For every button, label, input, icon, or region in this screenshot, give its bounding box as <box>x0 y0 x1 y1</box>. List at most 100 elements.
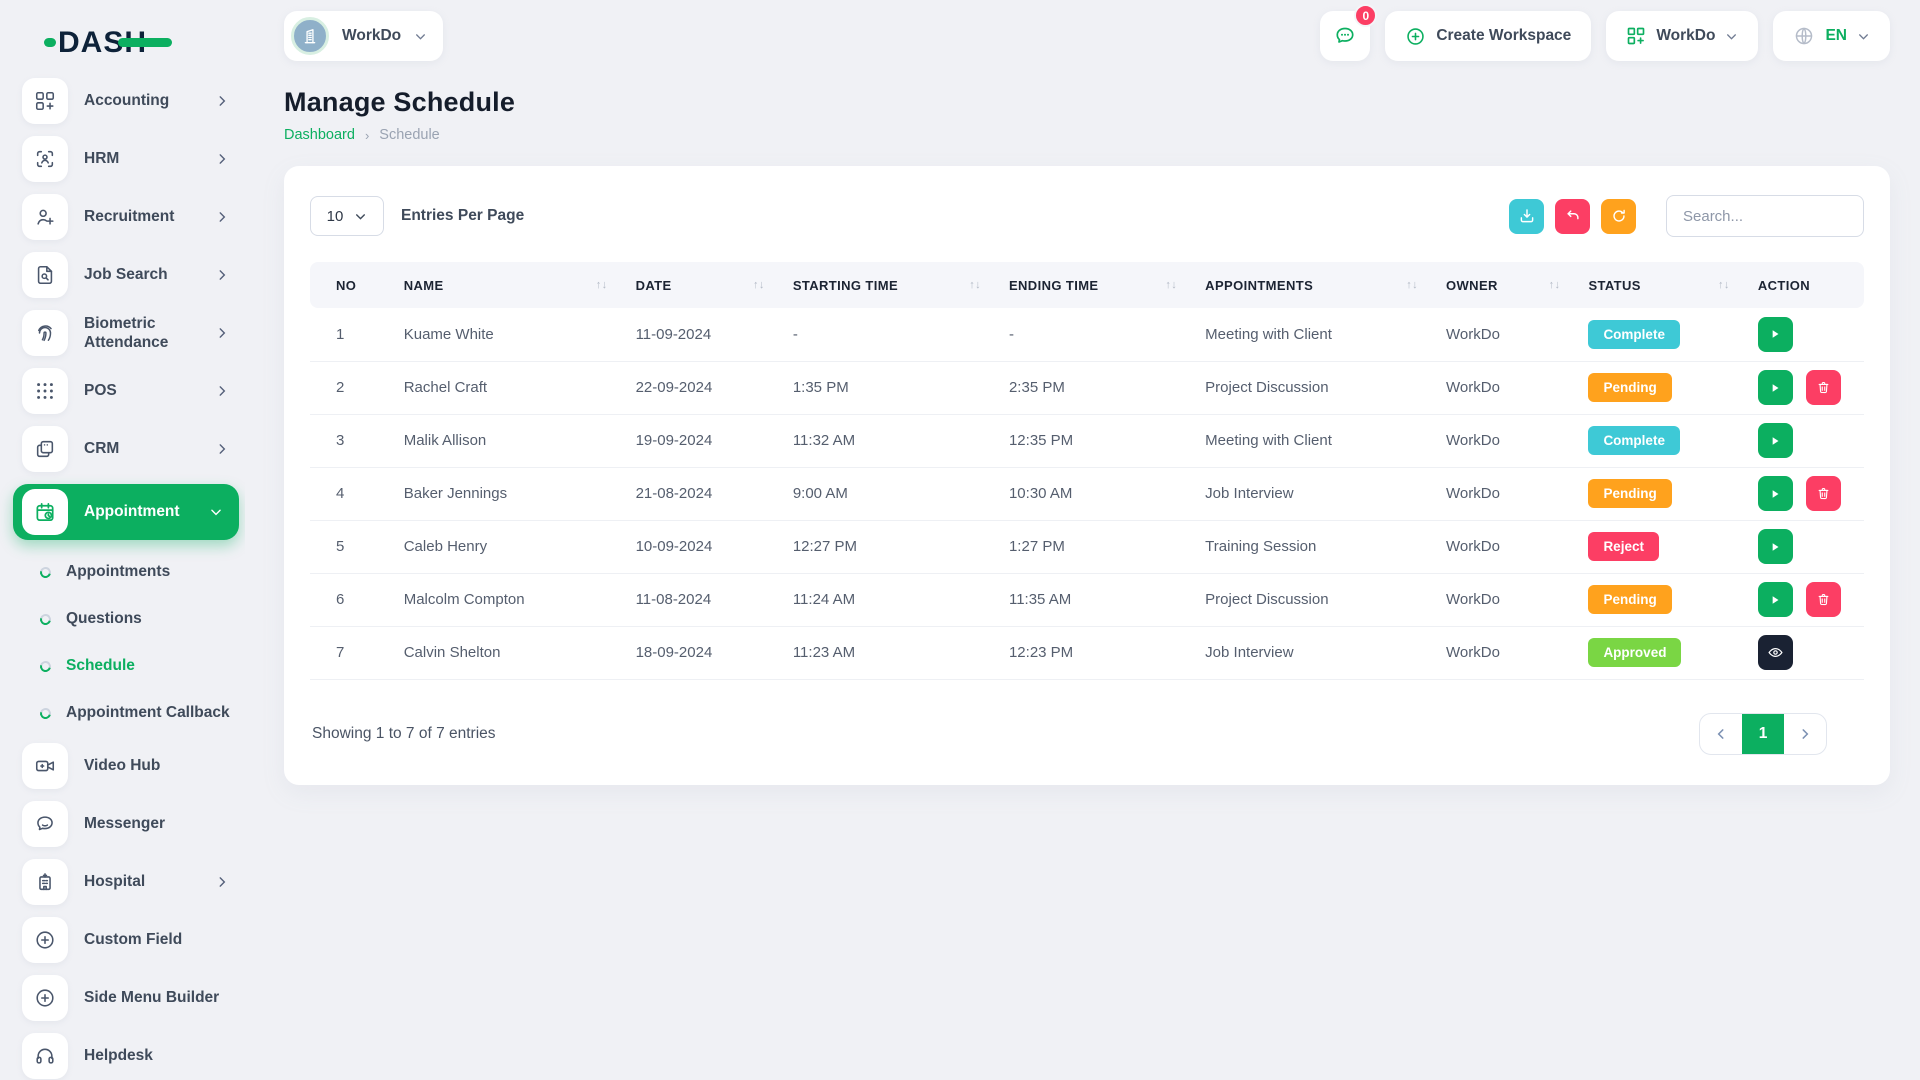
trash-icon <box>1816 486 1831 501</box>
headset-icon <box>22 1033 68 1079</box>
cell-name: Kuame White <box>390 308 622 361</box>
cell-no: 5 <box>310 520 390 573</box>
play-button[interactable] <box>1758 423 1793 458</box>
sidebar-item-side-menu-builder[interactable]: Side Menu Builder <box>0 975 245 1021</box>
cell-ending-time: 12:23 PM <box>995 626 1191 679</box>
sidebar-menu: Accounting HRM Recruitment <box>0 78 245 1080</box>
messages-button[interactable]: 0 <box>1320 11 1370 61</box>
submenu-item-appointment-callback[interactable]: Appointment Callback <box>40 697 245 729</box>
undo-icon <box>1564 207 1582 225</box>
chevron-right-icon <box>215 326 229 340</box>
export-button[interactable] <box>1509 199 1544 234</box>
sidebar-item-biometric-attendance[interactable]: Biometric Attendance <box>0 310 245 356</box>
circle-plus-icon <box>22 917 68 963</box>
cell-name: Calvin Shelton <box>390 626 622 679</box>
submenu-item-questions[interactable]: Questions <box>40 603 245 635</box>
breadcrumb-current: Schedule <box>379 127 439 143</box>
cell-owner: WorkDo <box>1432 520 1574 573</box>
cell-owner: WorkDo <box>1432 626 1574 679</box>
sort-icon[interactable]: ↑↓ <box>586 279 608 291</box>
chevron-right-icon <box>215 875 229 889</box>
schedule-card: 10 Entries Per Page <box>284 166 1890 785</box>
cell-ending-time: - <box>995 308 1191 361</box>
cell-ending-time: 12:35 PM <box>995 414 1191 467</box>
sort-icon[interactable]: ↑↓ <box>1539 279 1561 291</box>
refresh-button[interactable] <box>1601 199 1636 234</box>
column-header-name: NAME↑↓ <box>390 262 622 308</box>
sidebar-item-video-hub[interactable]: Video Hub <box>0 743 245 789</box>
view-button[interactable] <box>1758 635 1793 670</box>
delete-button[interactable] <box>1806 476 1841 511</box>
sidebar-item-custom-field[interactable]: Custom Field <box>0 917 245 963</box>
play-button[interactable] <box>1758 582 1793 617</box>
sort-icon[interactable]: ↑↓ <box>1396 279 1418 291</box>
play-button[interactable] <box>1758 370 1793 405</box>
sidebar-item-accounting[interactable]: Accounting <box>0 78 245 124</box>
play-button[interactable] <box>1758 476 1793 511</box>
play-button[interactable] <box>1758 317 1793 352</box>
cell-no: 2 <box>310 361 390 414</box>
play-icon <box>1768 540 1782 554</box>
status-badge: Pending <box>1588 585 1671 614</box>
page-number-button[interactable]: 1 <box>1742 714 1784 754</box>
cell-owner: WorkDo <box>1432 467 1574 520</box>
cell-starting-time: 12:27 PM <box>779 520 995 573</box>
cell-starting-time: 11:23 AM <box>779 626 995 679</box>
sort-icon[interactable]: ↑↓ <box>1155 279 1177 291</box>
status-badge: Complete <box>1588 426 1680 455</box>
cell-ending-time: 10:30 AM <box>995 467 1191 520</box>
topbar: WorkDo 0 Create Workspace <box>245 0 1920 61</box>
chevron-separator-icon: › <box>365 128 369 143</box>
play-button[interactable] <box>1758 529 1793 564</box>
breadcrumb: Dashboard › Schedule <box>284 127 1890 143</box>
language-selector[interactable]: EN <box>1773 11 1890 61</box>
chevron-right-icon <box>1798 727 1812 741</box>
submenu-item-appointments[interactable]: Appointments <box>40 556 245 588</box>
next-page-button[interactable] <box>1784 714 1826 754</box>
create-workspace-button[interactable]: Create Workspace <box>1385 11 1591 61</box>
submenu-item-schedule[interactable]: Schedule <box>40 650 245 682</box>
cell-name: Malcolm Compton <box>390 573 622 626</box>
delete-button[interactable] <box>1806 370 1841 405</box>
sidebar-item-recruitment[interactable]: Recruitment <box>0 194 245 240</box>
chevron-right-icon <box>215 152 229 166</box>
column-header-appointments: APPOINTMENTS↑↓ <box>1191 262 1432 308</box>
cell-name: Caleb Henry <box>390 520 622 573</box>
pagination: 1 <box>1699 713 1827 755</box>
status-badge: Pending <box>1588 373 1671 402</box>
sidebar-item-crm[interactable]: CRM <box>0 426 245 472</box>
chat-bubble-icon <box>22 801 68 847</box>
sort-icon[interactable]: ↑↓ <box>959 279 981 291</box>
workspace-menu-button[interactable]: WorkDo <box>1606 11 1758 61</box>
search-input[interactable] <box>1666 195 1864 237</box>
cell-starting-time: 11:32 AM <box>779 414 995 467</box>
breadcrumb-dashboard-link[interactable]: Dashboard <box>284 127 355 143</box>
delete-button[interactable] <box>1806 582 1841 617</box>
previous-page-button[interactable] <box>1700 714 1742 754</box>
grid-plus-icon <box>22 78 68 124</box>
cell-name: Malik Allison <box>390 414 622 467</box>
grid-plus-icon <box>1626 26 1646 46</box>
table-row: 1 Kuame White 11-09-2024 - - Meeting wit… <box>310 308 1864 361</box>
column-header-no: NO <box>310 262 390 308</box>
entries-per-page-select[interactable]: 10 <box>310 196 384 236</box>
reset-button[interactable] <box>1555 199 1590 234</box>
sidebar-item-hrm[interactable]: HRM <box>0 136 245 182</box>
bullet-icon <box>38 564 53 579</box>
sidebar-item-job-search[interactable]: Job Search <box>0 252 245 298</box>
play-icon <box>1768 487 1782 501</box>
sidebar-item-helpdesk[interactable]: Helpdesk <box>0 1033 245 1079</box>
sort-icon[interactable]: ↑↓ <box>743 279 765 291</box>
sidebar-item-hospital[interactable]: Hospital <box>0 859 245 905</box>
sort-icon[interactable]: ↑↓ <box>1708 279 1730 291</box>
cell-owner: WorkDo <box>1432 361 1574 414</box>
workspace-switcher[interactable]: WorkDo <box>284 11 443 61</box>
page-title: Manage Schedule <box>284 87 1890 118</box>
chevron-right-icon <box>215 442 229 456</box>
chevron-down-icon <box>1857 30 1870 43</box>
sidebar-item-messenger[interactable]: Messenger <box>0 801 245 847</box>
user-plus-icon <box>22 194 68 240</box>
sidebar-item-appointment[interactable]: Appointment <box>13 484 239 540</box>
app-logo[interactable]: DASH <box>0 0 245 70</box>
sidebar-item-pos[interactable]: POS <box>0 368 245 414</box>
